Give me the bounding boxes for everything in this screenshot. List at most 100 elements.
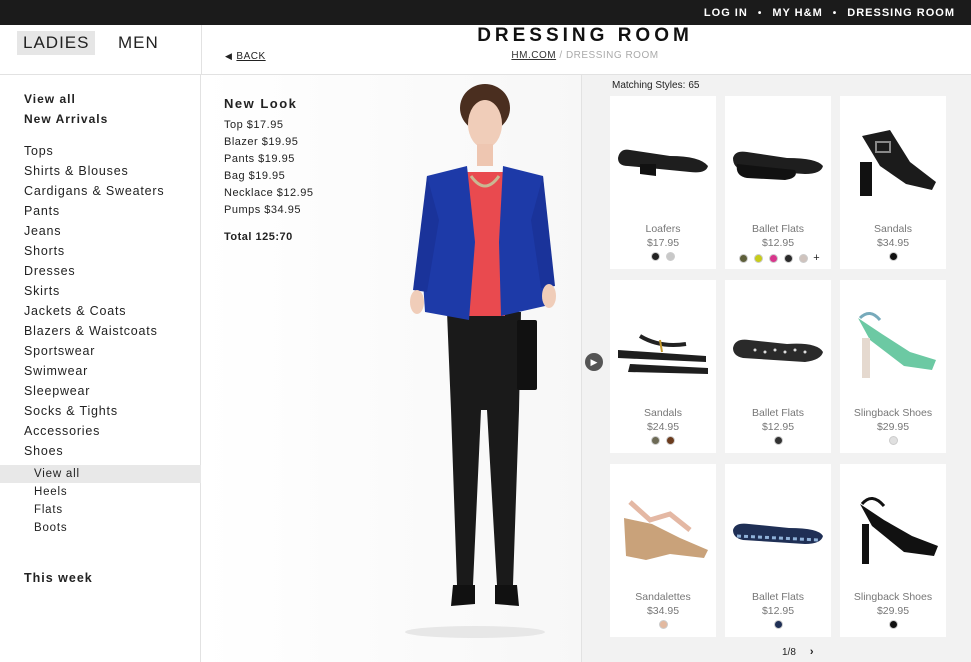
color-swatch[interactable]: [888, 620, 898, 629]
color-swatch[interactable]: [888, 436, 898, 445]
product-card[interactable]: Slingback Shoes $29.95: [840, 280, 946, 453]
color-swatches: [610, 436, 716, 445]
product-name: Ballet Flats: [752, 407, 804, 419]
look-item-blazer: Blazer $19.95: [224, 136, 299, 148]
color-swatch[interactable]: [784, 253, 794, 263]
product-card[interactable]: Sandalettes $34.95: [610, 464, 716, 637]
sidebar-item-skirts[interactable]: Skirts: [24, 281, 164, 301]
look-item-bag: Bag $19.95: [224, 170, 286, 182]
product-card[interactable]: Ballet Flats $12.95: [725, 464, 831, 637]
nav-separator: •: [757, 7, 763, 19]
sidebar-item-accessories[interactable]: Accessories: [24, 421, 164, 441]
ballet-flat-shoe-icon: [733, 151, 823, 180]
product-card[interactable]: Ballet Flats $12.95: [725, 280, 831, 453]
sidebar-item-socks-tights[interactable]: Socks & Tights: [24, 401, 164, 421]
look-total: Total 125:70: [224, 231, 293, 243]
page-title: DRESSING ROOM: [477, 25, 693, 46]
color-swatch[interactable]: [888, 252, 898, 261]
color-swatches: [840, 620, 946, 629]
sidebar-new-arrivals[interactable]: New Arrivals: [24, 109, 108, 129]
page-indicator: 1/8: [782, 646, 796, 658]
product-price: $29.95: [876, 605, 910, 617]
sidebar-view-all[interactable]: View all: [24, 89, 108, 109]
product-name: Sandals: [644, 407, 682, 419]
sidebar-item-sleepwear[interactable]: Sleepwear: [24, 381, 164, 401]
product-price: $12.95: [761, 237, 795, 249]
look-item-necklace: Necklace $12.95: [224, 187, 314, 199]
product-card[interactable]: Loafers $17.95: [610, 96, 716, 269]
color-swatch[interactable]: [754, 253, 764, 263]
color-swatches: [840, 252, 946, 261]
pagination: 1/8 ›: [782, 646, 814, 658]
more-colors-plus-icon[interactable]: +: [813, 252, 819, 264]
product-name: Loafers: [645, 223, 681, 235]
product-name: Ballet Flats: [752, 223, 804, 235]
color-swatch[interactable]: [799, 253, 809, 263]
color-swatches: [725, 620, 831, 629]
sidebar-item-tops[interactable]: Tops: [24, 141, 164, 161]
sidebar-item-pants[interactable]: Pants: [24, 201, 164, 221]
sidebar-item-blazers-waistcoats[interactable]: Blazers & Waistcoats: [24, 321, 164, 341]
sidebar-item-dresses[interactable]: Dresses: [24, 261, 164, 281]
product-card[interactable]: Sandals $24.95: [610, 280, 716, 453]
product-name: Sandals: [874, 223, 912, 235]
color-swatch[interactable]: [773, 436, 783, 445]
top-navigation-bar: LOG IN • MY H&M • DRESSING ROOM: [0, 0, 971, 25]
sidebar-subitem-flats[interactable]: Flats: [0, 501, 201, 519]
sidebar-subitem-boots[interactable]: Boots: [0, 519, 201, 537]
sidebar-item-shirts-blouses[interactable]: Shirts & Blouses: [24, 161, 164, 181]
look-items: Top $17.95 Blazer $19.95 Pants $19.95 Ba…: [224, 117, 374, 219]
breadcrumb-current: DRESSING ROOM: [565, 50, 659, 61]
sidebar-item-swimwear[interactable]: Swimwear: [24, 361, 164, 381]
product-name: Slingback Shoes: [853, 591, 933, 603]
panel-toggle-arrow-icon[interactable]: ▶: [585, 353, 603, 371]
sidebar-item-jackets-coats[interactable]: Jackets & Coats: [24, 301, 164, 321]
login-link[interactable]: LOG IN: [704, 7, 748, 19]
ladies-tab[interactable]: LADIES: [17, 31, 96, 55]
product-price: $34.95: [876, 237, 910, 249]
slingback-black-icon: [860, 497, 938, 564]
category-sidebar: View all New Arrivals Tops Shirts & Blou…: [0, 75, 201, 662]
breadcrumb-home-link[interactable]: HM.COM: [511, 50, 556, 61]
men-tab[interactable]: MEN: [112, 31, 165, 55]
sidebar-subitem-view-all[interactable]: View all: [0, 465, 201, 483]
sidebar-item-shoes[interactable]: Shoes: [24, 441, 164, 461]
dressing-room-link[interactable]: DRESSING ROOM: [847, 7, 955, 19]
product-price: $17.95: [646, 237, 680, 249]
product-card[interactable]: Sandals $34.95: [840, 96, 946, 269]
next-page-chevron-icon[interactable]: ›: [810, 646, 814, 658]
back-link[interactable]: ◀ BACK: [225, 51, 266, 62]
look-item-top: Top $17.95: [224, 119, 284, 131]
page-header: LADIES MEN ◀ BACK DRESSING ROOM HM.COM /…: [0, 25, 971, 75]
product-name: Slingback Shoes: [853, 407, 933, 419]
color-swatch[interactable]: [658, 620, 668, 629]
sidebar-item-sportswear[interactable]: Sportswear: [24, 341, 164, 361]
back-label: BACK: [236, 51, 266, 62]
sidebar-item-jeans[interactable]: Jeans: [24, 221, 164, 241]
sidebar-item-cardigans-sweaters[interactable]: Cardigans & Sweaters: [24, 181, 164, 201]
loafer-shoe-icon: [618, 149, 708, 176]
color-swatches: [610, 252, 716, 261]
color-swatch[interactable]: [651, 436, 660, 445]
color-swatches: [840, 436, 946, 445]
product-price: $24.95: [646, 421, 680, 433]
product-card[interactable]: Ballet Flats $12.95 +: [725, 96, 831, 269]
heeled-sandal-icon: [860, 130, 936, 196]
sidebar-item-shorts[interactable]: Shorts: [24, 241, 164, 261]
color-swatch[interactable]: [773, 620, 783, 629]
flat-sandal-icon: [618, 334, 708, 374]
nav-separator: •: [832, 7, 838, 19]
model-figure-image: [405, 84, 556, 638]
sidebar-subitem-heels[interactable]: Heels: [0, 483, 201, 501]
slingback-green-icon: [858, 312, 936, 378]
color-swatch[interactable]: [666, 252, 675, 261]
color-swatch[interactable]: [666, 436, 675, 445]
matching-count: 65: [688, 80, 700, 91]
my-hm-link[interactable]: MY H&M: [772, 7, 822, 19]
color-swatch[interactable]: [739, 253, 749, 263]
header-divider: [201, 25, 202, 75]
color-swatch[interactable]: [651, 252, 660, 261]
sidebar-this-week[interactable]: This week: [24, 571, 93, 585]
product-card[interactable]: Slingback Shoes $29.95: [840, 464, 946, 637]
color-swatch[interactable]: [769, 253, 779, 263]
